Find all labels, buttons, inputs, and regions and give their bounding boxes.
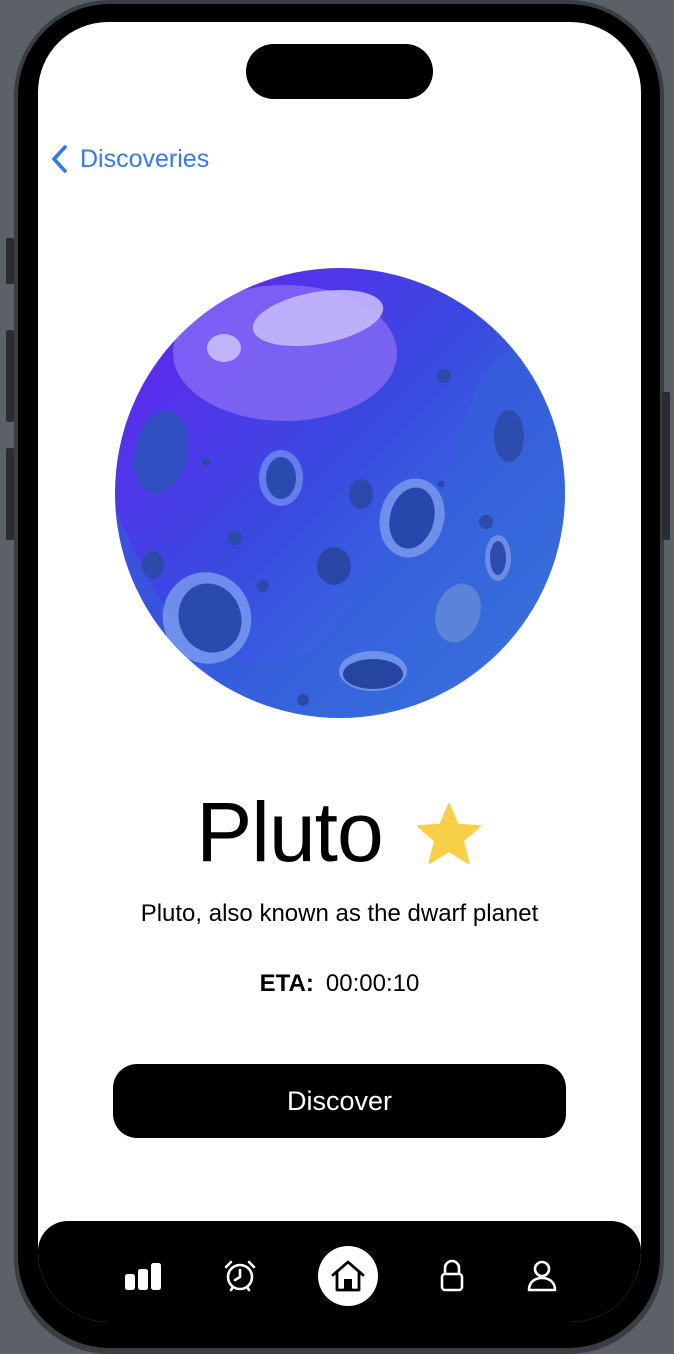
eta-row: ETA: 00:00:10 (38, 970, 641, 998)
chevron-left-icon (52, 145, 67, 173)
tab-alarm[interactable] (210, 1246, 270, 1306)
mute-switch (6, 238, 14, 284)
back-button[interactable]: Discoveries (50, 144, 209, 174)
planet-illustration (115, 268, 565, 718)
dynamic-island (246, 44, 433, 99)
discover-button[interactable]: Discover (113, 1064, 566, 1138)
volume-down-button (6, 448, 14, 540)
user-icon (527, 1260, 557, 1292)
home-icon (331, 1260, 365, 1292)
back-label: Discoveries (80, 144, 210, 173)
eta-value: 00:00:10 (325, 970, 420, 997)
screen: Discoveries Pluto Pluto, also known as t… (38, 22, 641, 1322)
tab-home[interactable] (318, 1246, 378, 1306)
bar-chart-icon (125, 1263, 161, 1290)
alarm-clock-icon (224, 1260, 256, 1292)
planet-description: Pluto, also known as the dwarf planet (140, 900, 539, 927)
title-row: Pluto (38, 784, 641, 881)
tab-bar (38, 1221, 641, 1322)
star-icon[interactable] (415, 802, 483, 868)
eta-label: ETA: (259, 970, 314, 997)
lock-icon (440, 1259, 464, 1292)
tab-profile[interactable] (512, 1246, 572, 1306)
tab-stats[interactable] (113, 1246, 173, 1306)
planet-name: Pluto (196, 785, 383, 879)
volume-up-button (6, 330, 14, 422)
power-button (662, 392, 670, 540)
tab-lock[interactable] (422, 1246, 482, 1306)
